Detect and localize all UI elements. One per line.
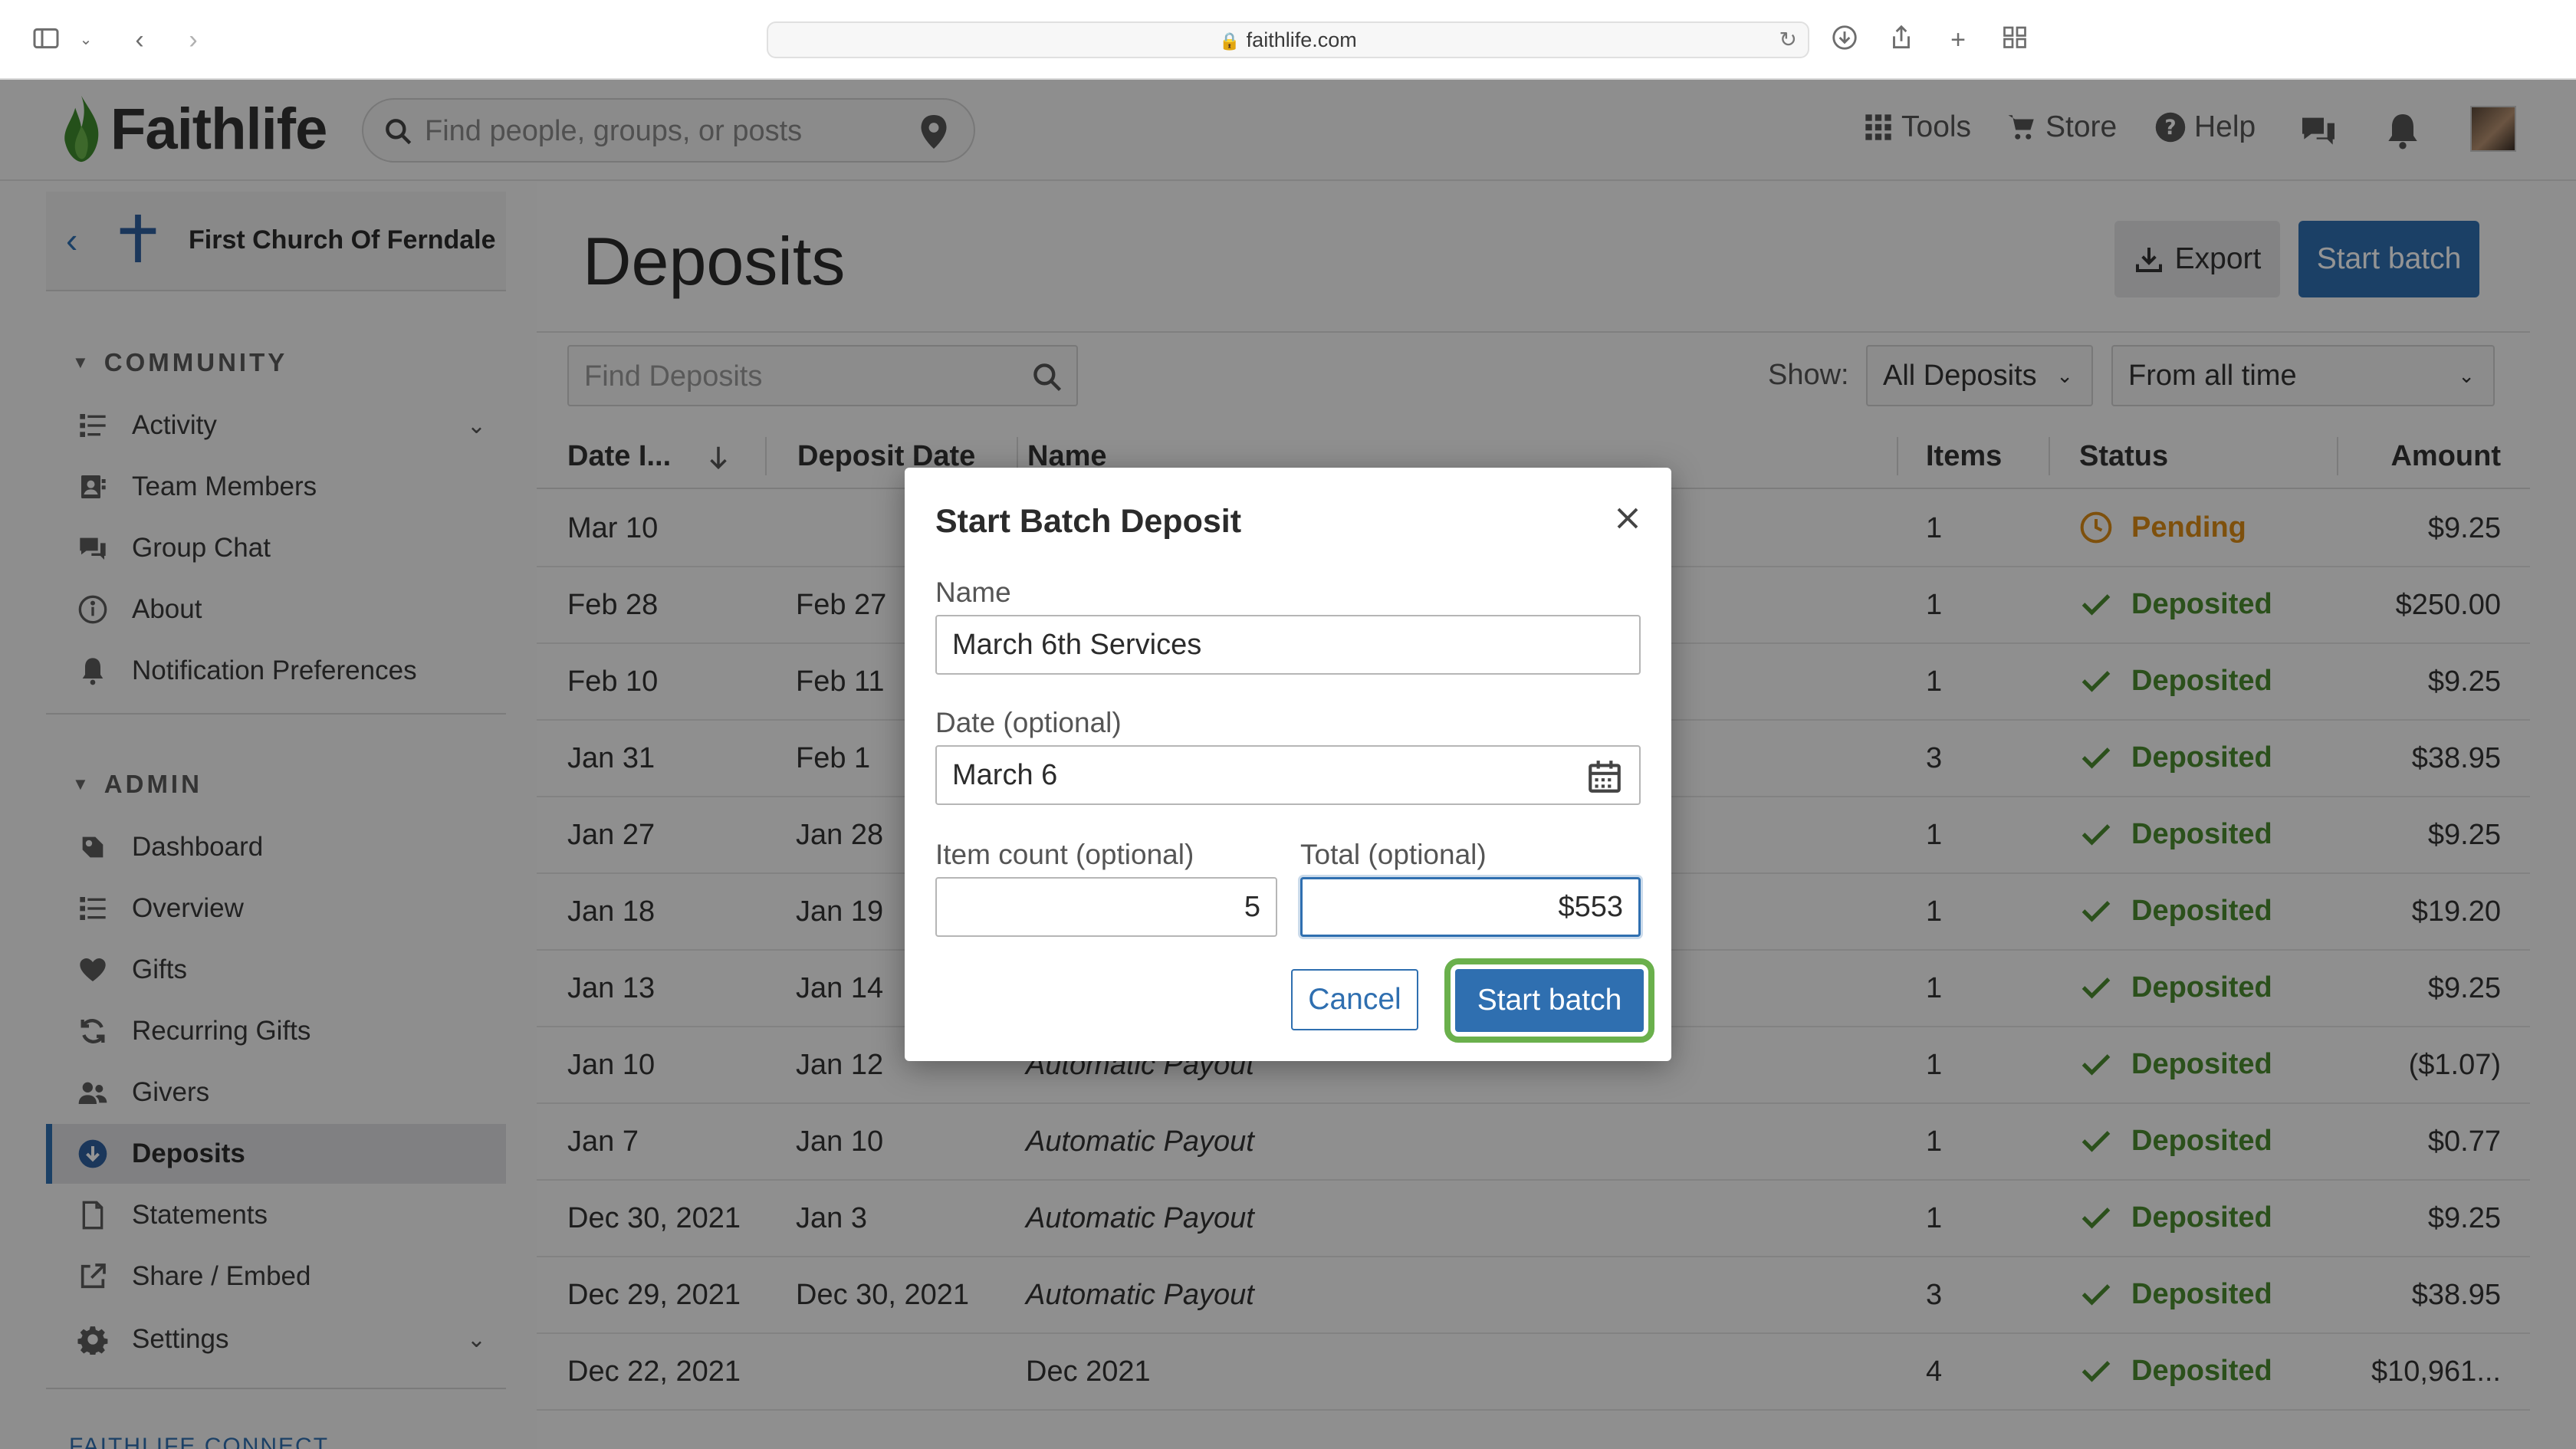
url-text: faithlife.com	[1246, 28, 1357, 51]
lock-icon: 🔒	[1219, 31, 1240, 51]
batch-name-input[interactable]	[935, 615, 1641, 675]
total-input[interactable]	[1300, 877, 1641, 937]
sidebar-toggle-icon[interactable]	[29, 23, 63, 57]
cancel-button[interactable]: Cancel	[1291, 969, 1418, 1030]
start-batch-deposit-dialog: Start Batch Deposit Name Date (optional)…	[905, 468, 1671, 1061]
reload-icon[interactable]: ↻	[1779, 23, 1797, 57]
start-batch-confirm-button[interactable]: Start batch	[1455, 969, 1644, 1032]
dialog-title: Start Batch Deposit	[935, 503, 1242, 540]
batch-date-input[interactable]	[935, 745, 1641, 805]
tab-overview-icon[interactable]	[1998, 23, 2032, 57]
browser-toolbar: ⌄ ‹ › 🔒 faithlife.com ↻ +	[0, 0, 2576, 80]
total-label: Total (optional)	[1300, 839, 1487, 870]
item-count-label: Item count (optional)	[935, 839, 1194, 870]
tab-group-chevron-icon[interactable]: ⌄	[69, 23, 103, 57]
close-icon	[1617, 508, 1638, 528]
share-icon[interactable]	[1884, 23, 1918, 57]
forward-icon[interactable]: ›	[176, 23, 210, 57]
download-icon[interactable]	[1828, 23, 1861, 57]
back-icon[interactable]: ‹	[123, 23, 156, 57]
item-count-input[interactable]	[935, 877, 1277, 937]
new-tab-icon[interactable]: +	[1941, 23, 1975, 57]
calendar-icon[interactable]	[1585, 757, 1624, 796]
name-label: Name	[935, 577, 1011, 608]
address-bar[interactable]: 🔒 faithlife.com ↻	[767, 21, 1809, 58]
close-button[interactable]	[1604, 495, 1651, 543]
date-label: Date (optional)	[935, 707, 1122, 738]
